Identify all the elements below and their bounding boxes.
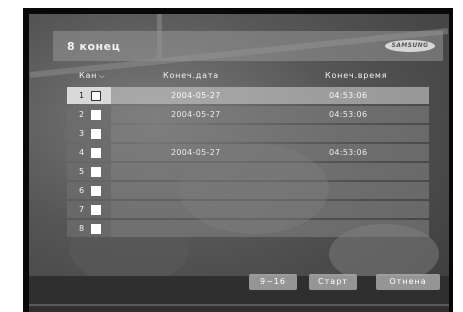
background-line — [29, 304, 449, 306]
channel-number: 1 — [79, 91, 85, 100]
title-bar: 8 конец SAMSUNG — [53, 31, 443, 61]
end-time-cell: 04:53:06 — [329, 110, 368, 119]
end-date-cell: 2004-05-27 — [171, 91, 221, 100]
time-column-header: Конеч.время — [325, 71, 388, 80]
cancel-button[interactable]: Отнена — [376, 274, 440, 290]
end-time-cell: 04:53:06 — [329, 91, 368, 100]
channel-checkbox[interactable] — [91, 224, 101, 234]
table-row[interactable]: 2 2004-05-27 04:53:06 — [67, 106, 429, 123]
chevron-down-icon: ⌵ — [99, 72, 106, 80]
channel-column-header[interactable]: Кан ⌵ — [79, 71, 105, 81]
channel-cell — [67, 144, 111, 161]
table-row[interactable]: 5 — [67, 163, 429, 180]
table-row[interactable]: 3 — [67, 125, 429, 142]
channel-cell — [67, 125, 111, 142]
channel-number: 7 — [79, 205, 85, 214]
channel-number: 5 — [79, 167, 85, 176]
end-date-cell: 2004-05-27 — [171, 148, 221, 157]
channel-checkbox[interactable] — [91, 110, 101, 120]
next-page-button[interactable]: 9~16 — [249, 274, 297, 290]
start-button[interactable]: Старт — [309, 274, 357, 290]
channel-number: 3 — [79, 129, 85, 138]
channel-cell — [67, 220, 111, 237]
channel-cell — [67, 163, 111, 180]
channel-checkbox[interactable] — [91, 205, 101, 215]
samsung-logo: SAMSUNG — [385, 40, 435, 52]
channel-header-label: Кан — [79, 71, 98, 80]
channel-table: Кан ⌵ Конеч.дата Конеч.время 1 2004-05-27… — [67, 67, 429, 237]
dialog-title: 8 конец — [67, 40, 121, 53]
channel-number: 2 — [79, 110, 85, 119]
table-row[interactable]: 4 2004-05-27 04:53:06 — [67, 144, 429, 161]
table-row[interactable]: 6 — [67, 182, 429, 199]
channel-number: 8 — [79, 224, 85, 233]
channel-checkbox[interactable] — [91, 129, 101, 139]
table-header: Кан ⌵ Конеч.дата Конеч.время — [67, 67, 429, 85]
table-row[interactable]: 1 2004-05-27 04:53:06 — [67, 87, 429, 104]
table-row[interactable]: 8 — [67, 220, 429, 237]
channel-cell — [67, 201, 111, 218]
date-column-header: Конеч.дата — [163, 71, 219, 80]
channel-cell — [67, 106, 111, 123]
channel-cell — [67, 182, 111, 199]
end-time-cell: 04:53:06 — [329, 148, 368, 157]
channel-checkbox[interactable] — [91, 167, 101, 177]
channel-number: 4 — [79, 148, 85, 157]
channel-checkbox[interactable] — [91, 186, 101, 196]
channel-checkbox[interactable] — [91, 148, 101, 158]
channel-cell — [67, 87, 111, 104]
end-dialog: 8 конец SAMSUNG Кан ⌵ Конеч.дата Конеч.вр… — [53, 31, 443, 291]
channel-number: 6 — [79, 186, 85, 195]
table-row[interactable]: 7 — [67, 201, 429, 218]
end-date-cell: 2004-05-27 — [171, 110, 221, 119]
channel-checkbox[interactable] — [91, 91, 101, 101]
